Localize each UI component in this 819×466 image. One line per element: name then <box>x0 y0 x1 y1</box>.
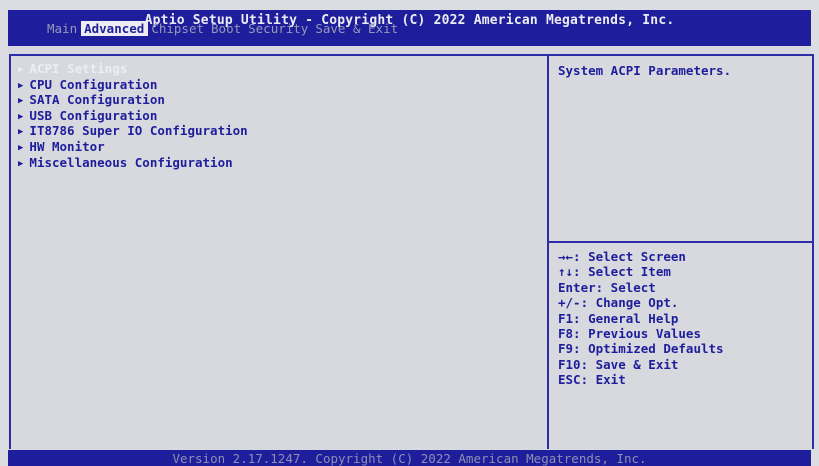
panel-border-left <box>9 54 11 449</box>
key-help-line: F10: Save & Exit <box>558 356 679 372</box>
menu-item-cpu-configuration[interactable]: ▶ CPU Configuration <box>18 76 538 94</box>
key-help-line: ESC: Exit <box>558 372 626 388</box>
item-help-description: System ACPI Parameters. <box>558 63 732 78</box>
key-help-legend: →←: Select Screen ↑↓: Select Item Enter:… <box>558 249 808 388</box>
tab-chipset[interactable]: Chipset <box>148 21 208 36</box>
tab-security[interactable]: Security <box>245 21 312 36</box>
key-help-line: F9: Optimized Defaults <box>558 341 724 357</box>
key-help-line: ↑↓: Select Item <box>558 264 671 280</box>
tab-main[interactable]: Main <box>44 21 81 36</box>
key-help-line: Enter: Select <box>558 279 656 295</box>
menu-item-sata-configuration[interactable]: ▶ SATA Configuration <box>18 92 538 109</box>
triangle-right-icon: ▶ <box>18 142 24 153</box>
menu-item-label: SATA Configuration <box>29 92 165 108</box>
help-divider-horizontal <box>549 241 812 243</box>
menu-item-label: Miscellaneous Configuration <box>29 154 233 170</box>
key-help-line: →←: Select Screen <box>558 249 686 264</box>
menu-item-label: USB Configuration <box>29 107 158 123</box>
triangle-right-icon: ▶ <box>18 127 24 138</box>
tab-save-exit[interactable]: Save & Exit <box>312 21 402 36</box>
advanced-menu-list: ▶ ACPI Settings ▶ CPU Configuration ▶ SATA … <box>18 61 538 172</box>
menu-item-label: IT8786 Super IO Configuration <box>29 123 248 139</box>
triangle-right-icon: ▶ <box>18 111 24 122</box>
panel-border-top <box>10 54 813 56</box>
key-help-line: F1: General Help <box>558 310 679 326</box>
menu-item-label: HW Monitor <box>29 138 105 154</box>
triangle-right-icon: ▶ <box>18 80 24 91</box>
menu-item-label: CPU Configuration <box>29 76 158 92</box>
menu-item-miscellaneous-configuration[interactable]: ▶ Miscellaneous Configuration <box>18 154 538 172</box>
bios-screen: Aptio Setup Utility - Copyright (C) 2022… <box>0 0 819 466</box>
panel-border-right <box>812 54 814 449</box>
key-help-line: +/-: Change Opt. <box>558 295 679 311</box>
top-menu-bar: Main Advanced Chipset Boot Security Save… <box>44 21 402 36</box>
triangle-right-icon: ▶ <box>18 158 24 169</box>
menu-item-hw-monitor[interactable]: ▶ HW Monitor <box>18 138 538 156</box>
tab-boot[interactable]: Boot <box>208 21 245 36</box>
menu-item-label: ACPI Settings <box>29 61 128 76</box>
menu-item-super-io-configuration[interactable]: ▶ IT8786 Super IO Configuration <box>18 124 538 140</box>
footer-bar: Version 2.17.1247. Copyright (C) 2022 Am… <box>8 450 811 466</box>
panel-divider-vertical <box>547 56 549 449</box>
key-help-line: F8: Previous Values <box>558 326 701 342</box>
triangle-right-icon: ▶ <box>18 65 24 75</box>
version-text: Version 2.17.1247. Copyright (C) 2022 Am… <box>172 451 647 466</box>
menu-item-usb-configuration[interactable]: ▶ USB Configuration <box>18 107 538 125</box>
menu-item-acpi-settings[interactable]: ▶ ACPI Settings <box>18 61 538 78</box>
triangle-right-icon: ▶ <box>18 96 24 107</box>
tab-advanced[interactable]: Advanced <box>81 21 149 36</box>
